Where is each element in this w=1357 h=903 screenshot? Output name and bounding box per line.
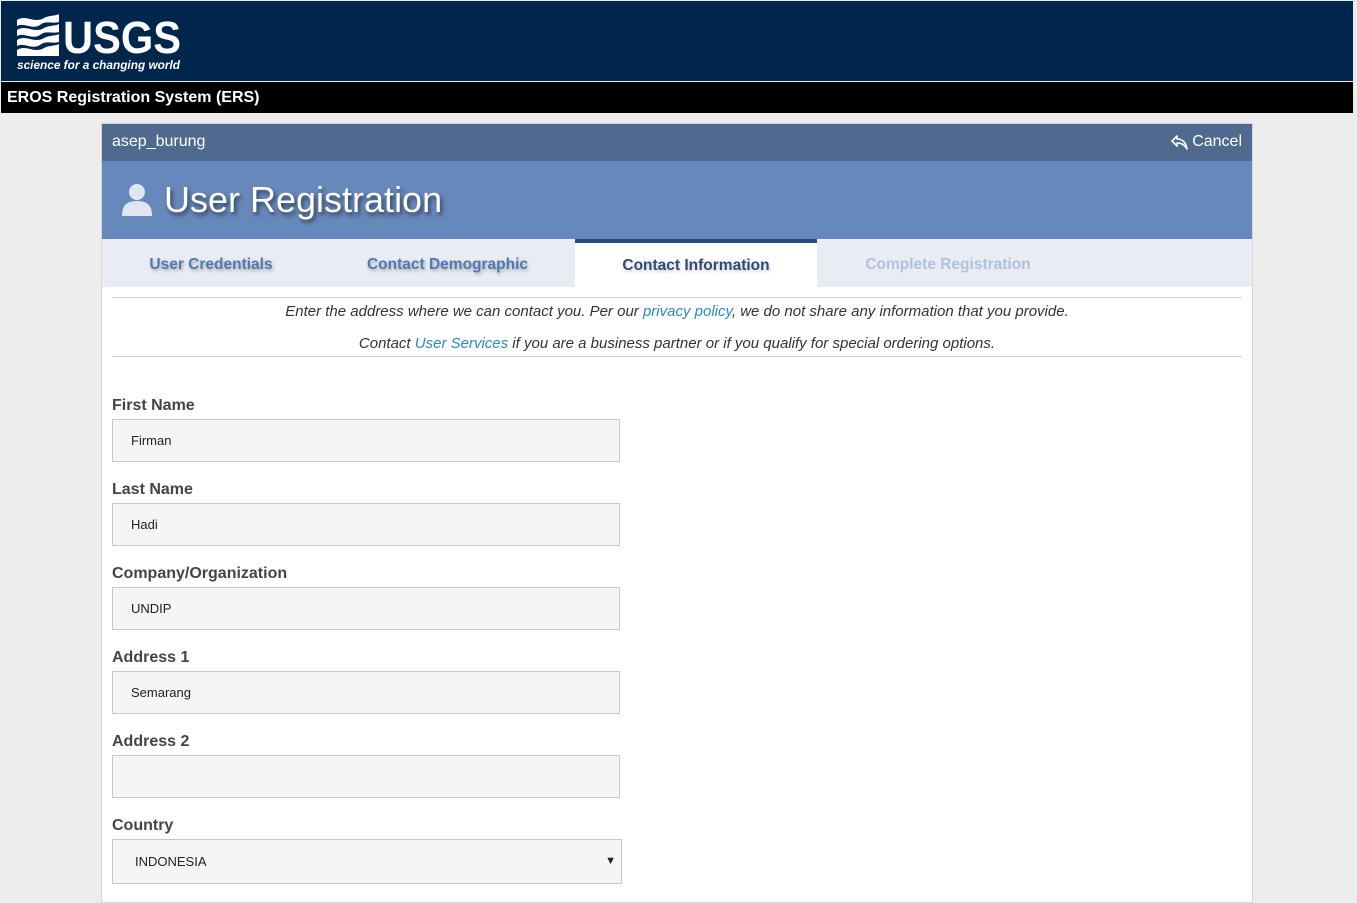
company-label: Company/Organization — [112, 565, 288, 582]
tab-contact-information[interactable]: Contact Information — [575, 239, 817, 287]
username: asep_burung — [112, 133, 206, 150]
address-2-field[interactable] — [112, 755, 620, 798]
usgs-header: USGS science for a changing world — [1, 1, 1353, 81]
info-line-2: Contact User Services if you are a busin… — [112, 335, 1242, 352]
info-message: Enter the address where we can contact y… — [112, 297, 1242, 357]
first-name-field[interactable] — [112, 419, 620, 462]
first-name-label: First Name — [112, 397, 195, 414]
reply-arrow-icon — [1171, 134, 1188, 150]
address-2-label: Address 2 — [112, 733, 190, 750]
logo-wordmark: USGS — [63, 12, 181, 63]
cancel-button[interactable]: Cancel — [1171, 133, 1242, 151]
tab-complete-registration: Complete Registration — [865, 256, 1031, 273]
system-title: EROS Registration System (ERS) — [7, 89, 260, 106]
page-title: User Registration — [164, 179, 443, 220]
wizard-tabs: User Credentials Contact Demographic Con… — [102, 239, 1252, 287]
info-line-1-prefix: Enter the address where we can contact y… — [285, 303, 643, 320]
address-1-field[interactable] — [112, 671, 620, 714]
user-services-link[interactable]: User Services — [415, 335, 508, 352]
caret-down-icon: ▼ — [605, 855, 616, 867]
address-1-label: Address 1 — [112, 649, 190, 666]
last-name-label: Last Name — [112, 481, 193, 498]
info-line-1: Enter the address where we can contact y… — [112, 303, 1242, 320]
logo-tagline: science for a changing world — [17, 60, 181, 72]
country-select[interactable]: INDONESIA ▼ — [112, 839, 622, 884]
page-header: User Registration — [102, 161, 1252, 239]
tab-contact-demographic[interactable]: Contact Demographic — [320, 239, 575, 287]
ers-title-bar: EROS Registration System (ERS) — [1, 82, 1353, 113]
country-label: Country — [112, 817, 174, 834]
last-name-field[interactable] — [112, 503, 620, 546]
info-line-2-prefix: Contact — [358, 335, 415, 352]
usgs-logo[interactable]: USGS science for a changing world — [16, 10, 186, 72]
registration-panel: asep_burung Cancel User Registration Use… — [101, 123, 1253, 903]
tab-user-credentials[interactable]: User Credentials — [102, 239, 320, 287]
info-line-2-suffix: if you are a business partner or if you … — [508, 335, 996, 352]
country-selected-value: INDONESIA — [135, 854, 207, 869]
privacy-policy-link[interactable]: privacy policy — [643, 303, 732, 320]
info-line-1-suffix: , we do not share any information that y… — [731, 303, 1069, 320]
cancel-label: Cancel — [1192, 133, 1242, 150]
company-field[interactable] — [112, 587, 620, 630]
user-silhouette-icon — [122, 184, 152, 216]
user-bar: asep_burung Cancel — [102, 124, 1252, 161]
